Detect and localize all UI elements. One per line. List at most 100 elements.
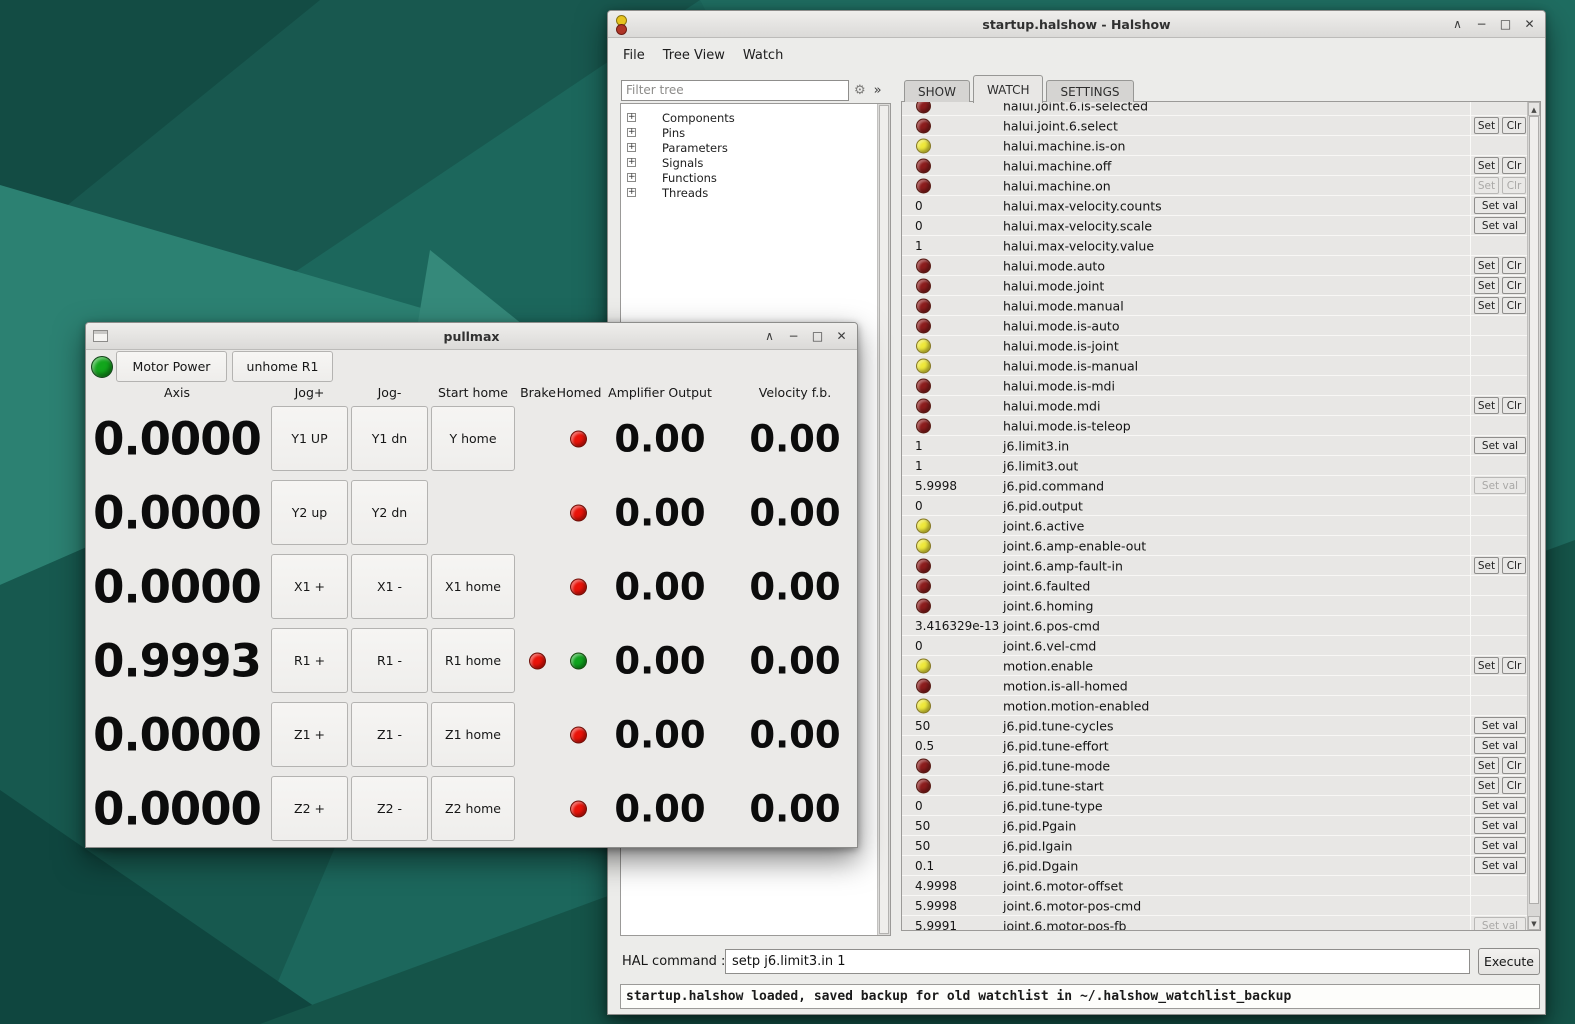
pullmax-shade-button[interactable]: ∧ xyxy=(762,329,777,343)
led-indicator xyxy=(916,138,931,153)
watch-scrollbar-thumb[interactable] xyxy=(1529,116,1539,904)
halshow-shade-button[interactable]: ∧ xyxy=(1450,17,1465,31)
set-val-button[interactable]: Set val xyxy=(1474,437,1526,454)
set-val-button[interactable]: Set val xyxy=(1474,817,1526,834)
clr-button[interactable]: Clr xyxy=(1502,117,1526,134)
start-home-button[interactable]: Z2 home xyxy=(431,776,515,841)
clr-button[interactable]: Clr xyxy=(1502,397,1526,414)
jog-minus-button[interactable]: Z1 - xyxy=(351,702,428,767)
set-button[interactable]: Set xyxy=(1474,557,1499,574)
watch-value: 50 xyxy=(915,719,930,733)
hal-command-input[interactable] xyxy=(725,949,1470,974)
tree-item-label: Threads xyxy=(662,186,708,200)
velocity-feedback-value: 0.00 xyxy=(721,418,869,461)
clr-button[interactable]: Clr xyxy=(1502,657,1526,674)
set-button[interactable]: Set xyxy=(1474,297,1499,314)
pullmax-titlebar[interactable]: pullmax ∧−□ ✕ xyxy=(86,323,857,350)
pullmax-window-title: pullmax xyxy=(86,323,857,350)
set-button[interactable]: Set xyxy=(1474,257,1499,274)
halshow-titlebar[interactable]: startup.halshow - Halshow ∧−□✕ xyxy=(608,11,1545,38)
tab-show[interactable]: SHOW xyxy=(904,80,970,102)
halshow-close-button[interactable]: ✕ xyxy=(1522,17,1537,31)
start-home-button[interactable]: X1 home xyxy=(431,554,515,619)
set-button[interactable]: Set xyxy=(1474,277,1499,294)
halshow-minimize-button[interactable]: − xyxy=(1474,17,1489,31)
jog-minus-button[interactable]: X1 - xyxy=(351,554,428,619)
unhome-r1-button[interactable]: unhome R1 xyxy=(232,351,333,382)
halshow-maximize-button[interactable]: □ xyxy=(1498,17,1513,31)
start-home-button[interactable]: Y home xyxy=(431,406,515,471)
pullmax-minimize-button[interactable]: − xyxy=(786,329,801,343)
tab-watch[interactable]: WATCH xyxy=(973,75,1044,103)
jog-minus-button[interactable]: Y2 dn xyxy=(351,480,428,545)
tree-item-threads[interactable]: + Threads xyxy=(621,185,877,200)
watch-pin-name: joint.6.amp-fault-in xyxy=(1003,558,1123,573)
jog-plus-button[interactable]: Y2 up xyxy=(271,480,348,545)
gear-icon[interactable]: ⚙ xyxy=(854,83,866,98)
tree-item-signals[interactable]: +Signals xyxy=(621,155,877,170)
set-val-button[interactable]: Set val xyxy=(1474,837,1526,854)
expand-plus-icon[interactable]: + xyxy=(627,113,636,122)
jog-minus-button[interactable]: Y1 dn xyxy=(351,406,428,471)
tree-scrollbar-thumb[interactable] xyxy=(879,105,889,934)
scroll-up-button[interactable]: ▲ xyxy=(1528,102,1540,116)
watch-pin-name: halui.mode.is-auto xyxy=(1003,318,1119,333)
tab-settings[interactable]: SETTINGS xyxy=(1046,80,1133,102)
set-button[interactable]: Set xyxy=(1474,157,1499,174)
watch-row: 1halui.max-velocity.value xyxy=(902,236,1528,256)
set-val-button[interactable]: Set val xyxy=(1474,797,1526,814)
tree-scrollbar[interactable] xyxy=(877,104,890,935)
expand-plus-icon[interactable]: + xyxy=(627,158,636,167)
expand-plus-icon[interactable]: + xyxy=(627,128,636,137)
clr-button[interactable]: Clr xyxy=(1502,777,1526,794)
set-button[interactable]: Set xyxy=(1474,777,1499,794)
clr-button[interactable]: Clr xyxy=(1502,557,1526,574)
tree-item-pins[interactable]: +Pins xyxy=(621,125,877,140)
jog-minus-button[interactable]: R1 - xyxy=(351,628,428,693)
jog-minus-button[interactable]: Z2 - xyxy=(351,776,428,841)
hal-command-row: HAL command : Execute xyxy=(608,949,1545,976)
scroll-down-button[interactable]: ▼ xyxy=(1528,916,1540,930)
menu-item-file[interactable]: File xyxy=(614,48,654,63)
start-home-button[interactable]: R1 home xyxy=(431,628,515,693)
tree-item-functions[interactable]: +Functions xyxy=(621,170,877,185)
clr-button[interactable]: Clr xyxy=(1502,277,1526,294)
set-val-button[interactable]: Set val xyxy=(1474,717,1526,734)
jog-plus-button[interactable]: X1 + xyxy=(271,554,348,619)
jog-plus-button[interactable]: R1 + xyxy=(271,628,348,693)
set-val-button[interactable]: Set val xyxy=(1474,217,1526,234)
set-button[interactable]: Set xyxy=(1474,657,1499,674)
filter-tree-input[interactable] xyxy=(621,80,849,101)
watch-scrollbar[interactable]: ▲ ▼ xyxy=(1527,102,1540,930)
execute-button[interactable]: Execute xyxy=(1478,948,1540,975)
start-home-button[interactable]: Z1 home xyxy=(431,702,515,767)
set-val-button[interactable]: Set val xyxy=(1474,197,1526,214)
watch-row: joint.6.active xyxy=(902,516,1528,536)
watch-row: halui.mode.is-manual xyxy=(902,356,1528,376)
clr-button[interactable]: Clr xyxy=(1502,757,1526,774)
clr-button[interactable]: Clr xyxy=(1502,297,1526,314)
set-val-button[interactable]: Set val xyxy=(1474,737,1526,754)
expand-plus-icon[interactable]: + xyxy=(627,143,636,152)
set-val-button[interactable]: Set val xyxy=(1474,857,1526,874)
jog-plus-button[interactable]: Z1 + xyxy=(271,702,348,767)
tree-item-components[interactable]: +Components xyxy=(621,110,877,125)
menu-item-watch[interactable]: Watch xyxy=(734,48,792,63)
expand-plus-icon[interactable]: + xyxy=(627,188,636,197)
tree-item-parameters[interactable]: +Parameters xyxy=(621,140,877,155)
clr-button[interactable]: Clr xyxy=(1502,257,1526,274)
pullmax-close-button[interactable]: ✕ xyxy=(834,329,849,343)
expand-plus-icon[interactable]: + xyxy=(627,173,636,182)
jog-plus-button[interactable]: Y1 UP xyxy=(271,406,348,471)
jog-plus-button[interactable]: Z2 + xyxy=(271,776,348,841)
clr-button[interactable]: Clr xyxy=(1502,157,1526,174)
menu-item-tree-view[interactable]: Tree View xyxy=(654,48,734,63)
watch-row: joint.6.homing xyxy=(902,596,1528,616)
set-button[interactable]: Set xyxy=(1474,757,1499,774)
pullmax-maximize-button[interactable]: □ xyxy=(810,329,825,343)
motor-power-button[interactable]: Motor Power xyxy=(116,351,227,382)
chevron-double-right-icon[interactable]: » xyxy=(874,83,882,98)
watch-row: halui.mode.autoSetClr xyxy=(902,256,1528,276)
set-button[interactable]: Set xyxy=(1474,397,1499,414)
set-button[interactable]: Set xyxy=(1474,117,1499,134)
